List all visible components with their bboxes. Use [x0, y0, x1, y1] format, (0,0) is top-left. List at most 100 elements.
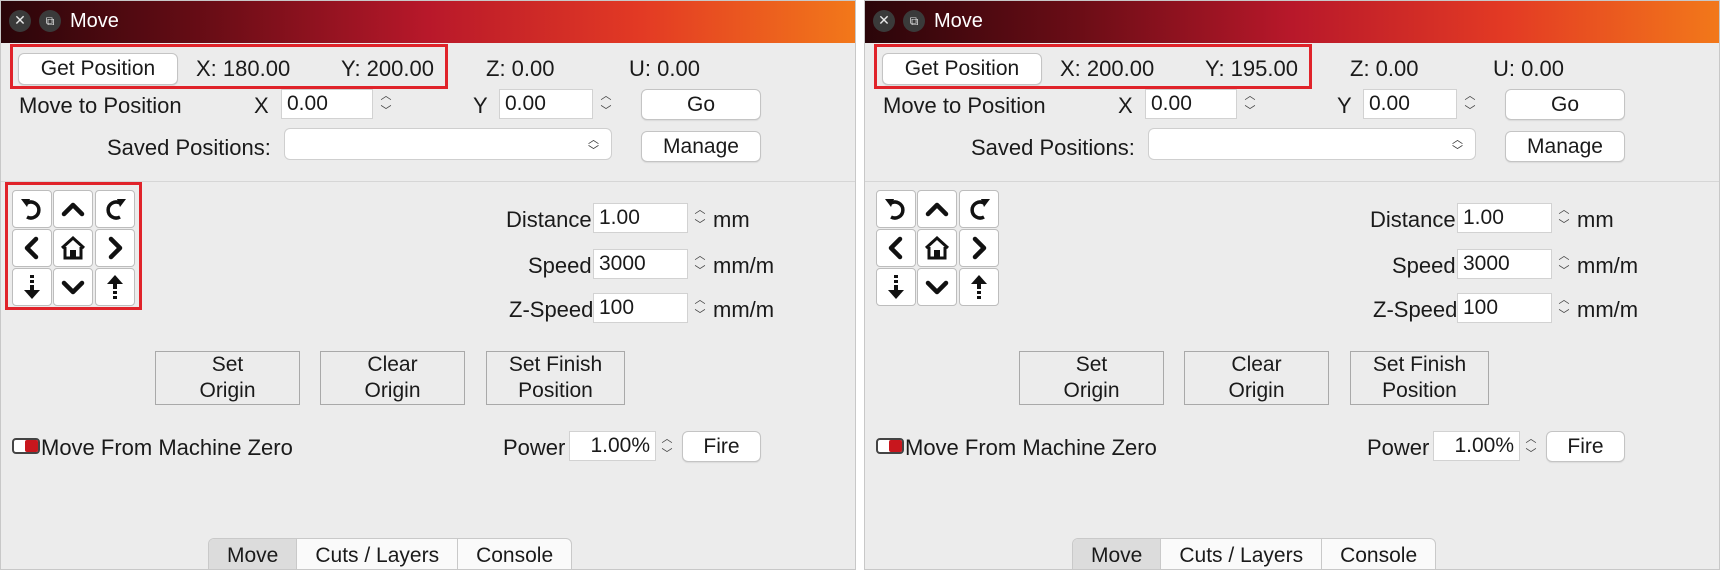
clear-origin-line2: Origin [364, 379, 421, 402]
move-window-left: ✕ ⧉ Move Get Position X: 180.00 Y: 200.0… [0, 0, 856, 570]
jog-left-button[interactable] [876, 229, 916, 267]
move-window-right: ✕ ⧉ Move Get Position X: 200.00 Y: 195.0… [864, 0, 1720, 570]
home-button[interactable] [917, 229, 957, 267]
zspeed-label: Z-Speed [509, 297, 594, 322]
z-up-icon [971, 275, 987, 299]
x-input[interactable]: 0.00 [281, 89, 373, 119]
set-origin-line1: Set [1075, 353, 1108, 376]
distance-input[interactable]: 1.00 [1457, 203, 1552, 233]
rotate-cw-button[interactable] [959, 190, 999, 228]
distance-stepper[interactable]: ︿ ﹀ [1555, 202, 1573, 234]
go-button[interactable]: Go [1505, 89, 1625, 120]
z-readout: Z: 0.00 [1350, 56, 1419, 81]
y-input[interactable]: 0.00 [1363, 89, 1457, 119]
set-finish-position-button[interactable]: Set Finish Position [486, 351, 625, 405]
close-icon[interactable]: ✕ [9, 10, 31, 32]
y-stepper[interactable]: ︿ ﹀ [597, 88, 615, 120]
y-input[interactable]: 0.00 [499, 89, 593, 119]
tab-move[interactable]: Move [209, 539, 298, 569]
rotate-ccw-button[interactable] [876, 190, 916, 228]
power-stepper[interactable]: ︿ ﹀ [1522, 431, 1540, 463]
restore-icon[interactable]: ⧉ [39, 10, 61, 32]
speed-label: Speed [1392, 253, 1456, 278]
chevron-updown-icon: ︿ ﹀ [1452, 133, 1463, 157]
manage-button[interactable]: Manage [1505, 131, 1625, 162]
move-from-zero-toggle[interactable] [12, 438, 40, 454]
set-origin-line1: Set [211, 353, 244, 376]
speed-input[interactable]: 3000 [593, 249, 688, 279]
position-readout-highlight [874, 44, 1312, 89]
set-origin-button[interactable]: Set Origin [155, 351, 300, 405]
tab-cuts-layers[interactable]: Cuts / Layers [1161, 539, 1323, 569]
move-from-zero-toggle[interactable] [876, 438, 904, 454]
set-origin-button[interactable]: Set Origin [1019, 351, 1164, 405]
set-finish-line1: Set Finish [1372, 353, 1467, 376]
saved-positions-label: Saved Positions: [971, 135, 1135, 160]
chevron-updown-icon: ︿ ﹀ [588, 133, 599, 157]
home-icon [924, 235, 950, 260]
z-down-button[interactable] [876, 268, 916, 306]
speed-label: Speed [528, 253, 592, 278]
set-finish-line2: Position [1382, 379, 1457, 402]
section-divider [865, 181, 1719, 182]
x-input[interactable]: 0.00 [1145, 89, 1237, 119]
move-to-position-label: Move to Position [19, 93, 182, 118]
power-input[interactable]: 1.00% [1433, 431, 1520, 461]
tab-move[interactable]: Move [1073, 539, 1162, 569]
move-from-zero-label: Move From Machine Zero [905, 435, 1157, 460]
set-finish-position-button[interactable]: Set Finish Position [1350, 351, 1489, 405]
tab-cuts-layers[interactable]: Cuts / Layers [297, 539, 459, 569]
set-finish-line1: Set Finish [508, 353, 603, 376]
window-titlebar: ✕ ⧉ Move [1, 1, 855, 43]
window-titlebar: ✕ ⧉ Move [865, 1, 1719, 43]
y-stepper[interactable]: ︿ ﹀ [1461, 88, 1479, 120]
fire-button[interactable]: Fire [1546, 431, 1625, 462]
fire-button[interactable]: Fire [682, 431, 761, 462]
tab-console[interactable]: Console [458, 539, 571, 569]
go-button[interactable]: Go [641, 89, 761, 120]
saved-positions-label: Saved Positions: [107, 135, 271, 160]
clear-origin-line2: Origin [1228, 379, 1285, 402]
clear-origin-button[interactable]: Clear Origin [320, 351, 465, 405]
u-readout: U: 0.00 [1493, 56, 1564, 81]
manage-button[interactable]: Manage [641, 131, 761, 162]
position-readout-highlight [10, 44, 448, 89]
jog-right-button[interactable] [959, 229, 999, 267]
distance-stepper[interactable]: ︿ ﹀ [691, 202, 709, 234]
zspeed-stepper[interactable]: ︿ ﹀ [1555, 292, 1573, 324]
x-stepper[interactable]: ︿ ﹀ [377, 88, 395, 120]
distance-input[interactable]: 1.00 [593, 203, 688, 233]
toggle-knob [25, 440, 38, 452]
x-label: X [254, 93, 269, 118]
close-icon[interactable]: ✕ [873, 10, 895, 32]
clear-origin-button[interactable]: Clear Origin [1184, 351, 1329, 405]
saved-positions-select[interactable]: ︿ ﹀ [1148, 128, 1476, 160]
speed-input[interactable]: 3000 [1457, 249, 1552, 279]
toggle-knob [889, 440, 902, 452]
zspeed-stepper[interactable]: ︿ ﹀ [691, 292, 709, 324]
arrow-up-icon [925, 202, 949, 217]
x-label: X [1118, 93, 1133, 118]
saved-positions-select[interactable]: ︿ ﹀ [284, 128, 612, 160]
set-origin-line2: Origin [1063, 379, 1120, 402]
zspeed-input[interactable]: 100 [593, 293, 688, 323]
zspeed-input[interactable]: 100 [1457, 293, 1552, 323]
move-to-position-label: Move to Position [883, 93, 1046, 118]
speed-stepper[interactable]: ︿ ﹀ [691, 248, 709, 280]
power-stepper[interactable]: ︿ ﹀ [658, 431, 676, 463]
distance-unit: mm [713, 207, 750, 232]
speed-stepper[interactable]: ︿ ﹀ [1555, 248, 1573, 280]
restore-icon[interactable]: ⧉ [903, 10, 925, 32]
rotate-cw-icon [970, 199, 990, 220]
power-label: Power [503, 435, 566, 460]
jog-up-button[interactable] [917, 190, 957, 228]
x-stepper[interactable]: ︿ ﹀ [1241, 88, 1259, 120]
tab-console[interactable]: Console [1322, 539, 1435, 569]
power-input[interactable]: 1.00% [569, 431, 656, 461]
arrow-down-icon [925, 280, 949, 295]
z-up-button[interactable] [959, 268, 999, 306]
window-title: Move [934, 10, 983, 32]
jog-down-button[interactable] [917, 268, 957, 306]
u-readout: U: 0.00 [629, 56, 700, 81]
set-finish-line2: Position [518, 379, 593, 402]
